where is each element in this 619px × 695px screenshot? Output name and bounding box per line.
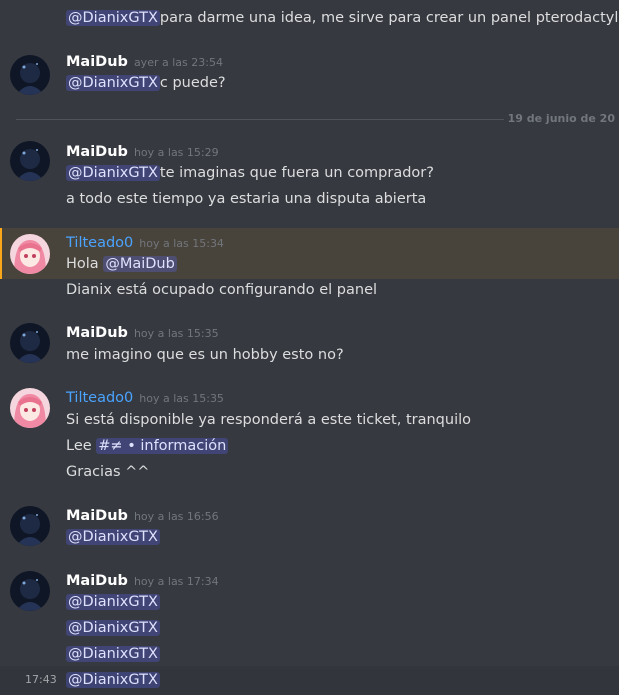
- user-mention[interactable]: @DianixGTX: [66, 620, 160, 636]
- message-header: MaiDub hoy a las 16:56: [66, 505, 219, 527]
- timestamp: ayer a las 23:54: [133, 56, 223, 69]
- message-text: para darme una idea, me sirve para crear…: [159, 10, 619, 26]
- message-content: Lee #≠ • información: [66, 436, 229, 456]
- mention-highlight-bar: [0, 228, 2, 279]
- avatar[interactable]: [10, 506, 50, 546]
- avatar[interactable]: [10, 388, 50, 428]
- message-content: @DianixGTX te imaginas que fuera un compr…: [66, 163, 434, 183]
- timestamp: hoy a las 16:56: [133, 510, 219, 523]
- user-mention[interactable]: @DianixGTX: [66, 672, 160, 688]
- avatar[interactable]: [10, 55, 50, 95]
- message-header: MaiDub hoy a las 15:35: [66, 322, 219, 344]
- user-mention[interactable]: @DianixGTX: [66, 165, 160, 181]
- message-header: MaiDub ayer a las 23:54: [66, 51, 223, 73]
- user-mention[interactable]: @DianixGTX: [66, 75, 160, 91]
- user-mention[interactable]: @DianixGTX: [66, 646, 160, 662]
- hover-timestamp: 17:43: [25, 673, 57, 686]
- user-mention[interactable]: @DianixGTX: [66, 529, 160, 545]
- message-content: @DianixGTX: [66, 670, 160, 690]
- message-header: Tilteado0 hoy a las 15:34: [66, 232, 224, 254]
- message-text: me imagino que es un hobby esto no?: [66, 347, 344, 363]
- timestamp: hoy a las 15:29: [133, 146, 219, 159]
- avatar[interactable]: [10, 141, 50, 181]
- message-header: MaiDub hoy a las 17:34: [66, 570, 219, 592]
- message-content: @DianixGTX: [66, 592, 160, 612]
- message-text: te imaginas que fuera un comprador?: [159, 165, 434, 181]
- message-content: @DianixGTX: [66, 527, 160, 547]
- message-header: Tilteado0 hoy a las 15:35: [66, 387, 224, 409]
- message-content: Hola @MaiDub: [66, 254, 177, 274]
- message-text: Si está disponible ya responderá a este …: [66, 412, 472, 428]
- timestamp: hoy a las 15:34: [139, 237, 224, 250]
- username[interactable]: MaiDub: [66, 325, 128, 341]
- avatar[interactable]: [10, 323, 50, 363]
- message-text: Hola: [66, 256, 104, 272]
- message-text: Gracias ^^: [66, 464, 150, 480]
- message-content: @DianixGTX: [66, 618, 160, 638]
- message-text: Dianix está ocupado configurando el pane…: [66, 282, 378, 298]
- timestamp: hoy a las 15:35: [133, 327, 219, 340]
- avatar[interactable]: [10, 234, 50, 274]
- channel-mention[interactable]: #≠ • información: [96, 438, 229, 454]
- message-content: @DianixGTX c puede?: [66, 73, 226, 93]
- username[interactable]: MaiDub: [66, 144, 128, 160]
- username[interactable]: Tilteado0: [66, 390, 133, 406]
- message-content: @DianixGTX para darme una idea, me sirve …: [66, 8, 619, 28]
- username[interactable]: Tilteado0: [66, 235, 133, 251]
- message-text: c puede?: [159, 75, 226, 91]
- username[interactable]: MaiDub: [66, 54, 128, 70]
- message-text: Lee: [66, 438, 97, 454]
- user-mention[interactable]: @DianixGTX: [66, 594, 160, 610]
- message-text: a todo este tiempo ya estaria una disput…: [66, 191, 427, 207]
- timestamp: hoy a las 15:35: [139, 392, 224, 405]
- message-content: @DianixGTX: [66, 644, 160, 664]
- message-header: MaiDub hoy a las 15:29: [66, 141, 219, 163]
- user-mention[interactable]: @DianixGTX: [66, 10, 160, 26]
- username[interactable]: MaiDub: [66, 573, 128, 589]
- username[interactable]: MaiDub: [66, 508, 128, 524]
- timestamp: hoy a las 17:34: [133, 575, 219, 588]
- user-mention[interactable]: @MaiDub: [103, 256, 177, 272]
- date-divider-label: 19 de junio de 20: [503, 112, 619, 126]
- avatar[interactable]: [10, 571, 50, 611]
